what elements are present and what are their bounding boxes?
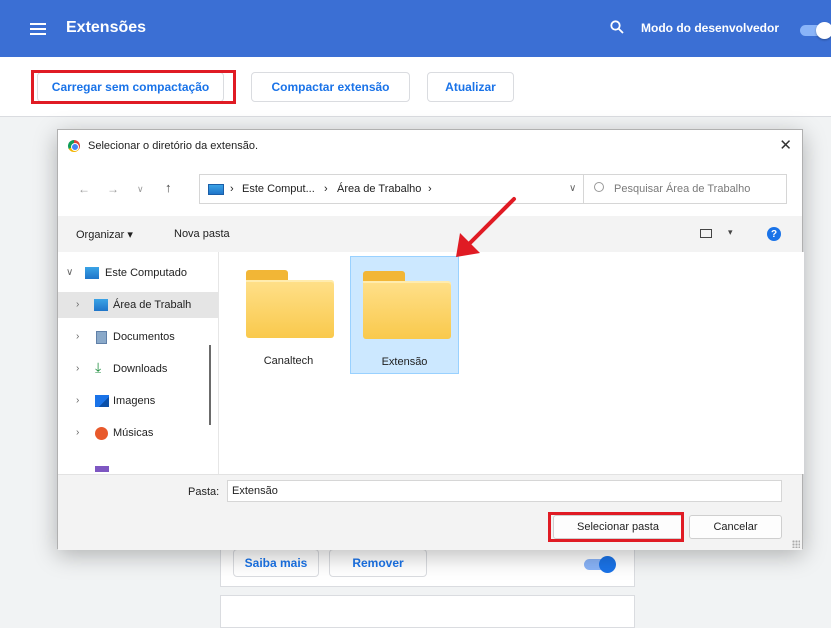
dialog-footer: Pasta: Extensão Selecionar pasta Cancela… bbox=[58, 474, 802, 550]
view-dropdown-icon[interactable]: ▾ bbox=[728, 227, 733, 238]
folder-name-input[interactable]: Extensão bbox=[227, 480, 782, 502]
tree-item-music[interactable]: › Músicas bbox=[58, 420, 218, 446]
view-options-icon[interactable] bbox=[700, 229, 712, 238]
tree-item-documents[interactable]: › Documentos bbox=[58, 324, 218, 350]
download-icon: ⤓ bbox=[95, 359, 102, 375]
help-icon[interactable]: ? bbox=[767, 227, 781, 241]
search-input[interactable]: Pesquisar Área de Trabalho bbox=[583, 174, 787, 204]
tree-item-this-pc[interactable]: ∨ Este Computado bbox=[58, 260, 218, 286]
folder-label: Canaltech bbox=[263, 355, 314, 367]
search-icon[interactable] bbox=[610, 20, 624, 34]
folder-field-label: Pasta: bbox=[188, 486, 220, 498]
command-bar: Organizar ▾ Nova pasta ▾ ? bbox=[58, 216, 802, 252]
search-placeholder: Pesquisar Área de Trabalho bbox=[614, 183, 751, 195]
dialog-title: Selecionar o diretório da extensão. bbox=[88, 140, 258, 152]
toggle-knob bbox=[599, 556, 616, 573]
organize-menu[interactable]: Organizar ▾ bbox=[76, 228, 133, 241]
breadcrumb-separator: › bbox=[428, 183, 432, 195]
remove-button[interactable]: Remover bbox=[329, 549, 427, 577]
address-history-chevron-icon[interactable]: ∨ bbox=[569, 183, 576, 194]
chrome-icon bbox=[68, 140, 80, 152]
folder-picker-dialog: Selecionar o diretório da extensão. ✕ ← … bbox=[57, 129, 804, 550]
pictures-icon bbox=[95, 395, 109, 407]
tree-item-videos[interactable] bbox=[58, 452, 218, 474]
tree-label: Este Computado bbox=[105, 267, 187, 279]
nav-pane-scrollbar[interactable] bbox=[209, 345, 211, 425]
folder-icon bbox=[363, 271, 451, 339]
address-bar[interactable]: › Este Comput... › Área de Trabalho › ∨ … bbox=[199, 174, 623, 204]
videos-icon bbox=[95, 466, 109, 472]
expand-chevron-icon[interactable]: › bbox=[76, 363, 79, 374]
update-button[interactable]: Atualizar bbox=[427, 72, 514, 102]
tree-label: Músicas bbox=[113, 427, 154, 439]
breadcrumb-desktop[interactable]: Área de Trabalho bbox=[337, 183, 421, 195]
expand-chevron-icon[interactable]: › bbox=[76, 299, 79, 310]
expand-chevron-icon[interactable]: ∨ bbox=[66, 267, 73, 278]
breadcrumb-this-pc[interactable]: Este Comput... bbox=[242, 183, 315, 195]
folder-content-pane: Canaltech Extensão bbox=[218, 252, 804, 474]
computer-icon bbox=[208, 184, 224, 195]
up-arrow-icon[interactable]: ↑ bbox=[165, 180, 172, 195]
tree-label: Área de Trabalh bbox=[113, 299, 192, 311]
tree-item-pictures[interactable]: › Imagens bbox=[58, 388, 218, 414]
navigation-row: ← → ∨ ↑ › Este Comput... › Área de Traba… bbox=[58, 162, 802, 216]
extensions-action-bar: Carregar sem compactação Compactar exten… bbox=[0, 57, 831, 117]
extension-enable-toggle[interactable] bbox=[584, 556, 616, 573]
dev-mode-toggle[interactable] bbox=[800, 22, 831, 39]
details-button[interactable]: Saiba mais bbox=[233, 549, 319, 577]
folder-icon bbox=[246, 270, 334, 338]
load-unpacked-button[interactable]: Carregar sem compactação bbox=[37, 72, 224, 102]
desktop-icon bbox=[94, 299, 108, 311]
expand-chevron-icon[interactable]: › bbox=[76, 427, 79, 438]
select-folder-button[interactable]: Selecionar pasta bbox=[553, 515, 683, 539]
search-icon bbox=[594, 182, 604, 192]
back-arrow-icon[interactable]: ← bbox=[78, 182, 90, 196]
folder-item-canaltech[interactable]: Canaltech bbox=[234, 256, 343, 374]
breadcrumb-separator: › bbox=[230, 183, 234, 195]
tree-item-downloads[interactable]: › ⤓ Downloads bbox=[58, 356, 218, 382]
expand-chevron-icon[interactable]: › bbox=[76, 395, 79, 406]
tree-label: Downloads bbox=[113, 363, 168, 375]
expand-chevron-icon[interactable]: › bbox=[76, 331, 79, 342]
menu-icon[interactable] bbox=[30, 23, 46, 35]
music-icon bbox=[95, 427, 108, 440]
forward-arrow-icon[interactable]: → bbox=[107, 182, 119, 196]
tree-item-desktop[interactable]: › Área de Trabalh bbox=[58, 292, 218, 318]
new-folder-button[interactable]: Nova pasta bbox=[174, 228, 230, 240]
documents-icon bbox=[96, 331, 107, 344]
dev-mode-label: Modo do desenvolvedor bbox=[641, 21, 780, 35]
computer-icon bbox=[85, 267, 99, 279]
page-title: Extensões bbox=[66, 19, 147, 36]
navigation-pane: ∨ Este Computado › Área de Trabalh › Doc… bbox=[58, 252, 218, 474]
toggle-knob bbox=[816, 22, 831, 39]
cancel-button[interactable]: Cancelar bbox=[689, 515, 782, 539]
extension-card bbox=[220, 595, 635, 628]
pack-extension-button[interactable]: Compactar extensão bbox=[251, 72, 410, 102]
extensions-header: Extensões Modo do desenvolvedor bbox=[0, 0, 831, 57]
folder-label: Extensão bbox=[381, 356, 428, 368]
dialog-titlebar: Selecionar o diretório da extensão. ✕ bbox=[58, 130, 802, 162]
folder-item-extensao[interactable]: Extensão bbox=[350, 256, 459, 374]
breadcrumb-separator: › bbox=[324, 183, 328, 195]
resize-grip[interactable] bbox=[792, 540, 800, 548]
tree-label: Imagens bbox=[113, 395, 156, 407]
recent-locations-chevron-icon[interactable]: ∨ bbox=[137, 184, 144, 195]
tree-label: Documentos bbox=[113, 331, 175, 343]
close-button[interactable]: ✕ bbox=[779, 136, 792, 154]
